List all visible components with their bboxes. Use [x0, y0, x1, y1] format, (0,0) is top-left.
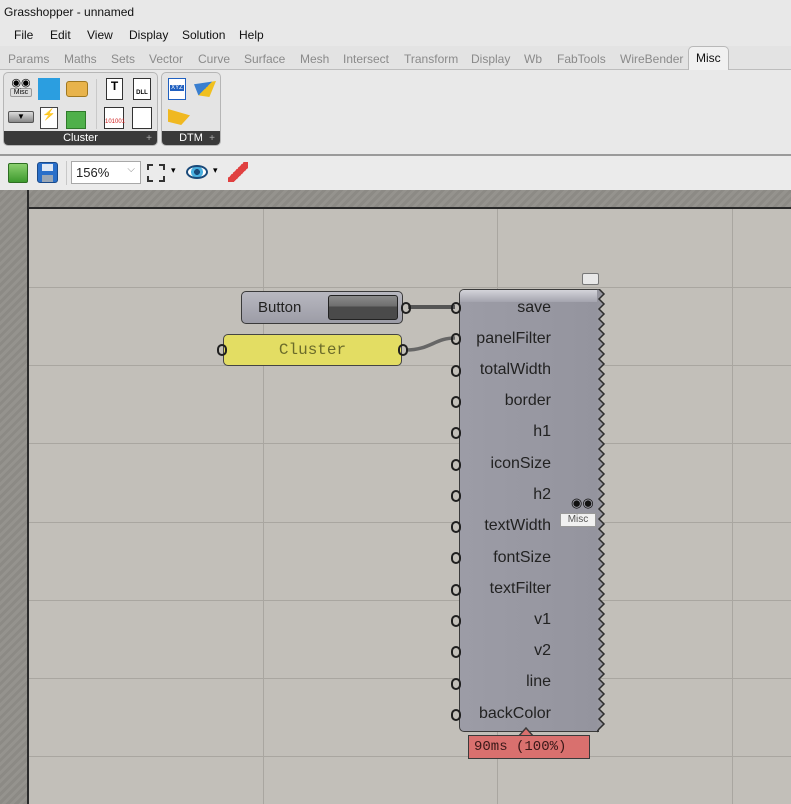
zigzag-edge [597, 289, 606, 733]
binary-file-icon[interactable]: 101001 [104, 107, 125, 129]
profiler-timing: 90ms (100%) [468, 735, 590, 759]
gift-box-icon[interactable] [66, 111, 86, 129]
menu-view[interactable]: View [87, 28, 113, 42]
speech-bubble-icon[interactable] [66, 81, 88, 97]
tab-maths[interactable]: Maths [64, 52, 97, 66]
input-iconsize: iconSize [490, 455, 551, 472]
save-disk-icon[interactable] [37, 162, 58, 183]
canvas-toolbar: 156% ⌵ ▾ ▾ [0, 156, 791, 190]
menu-help[interactable]: Help [239, 28, 264, 42]
input-fontsize: fontSize [493, 549, 551, 566]
tab-params[interactable]: Params [8, 52, 49, 66]
tab-intersect[interactable]: Intersect [343, 52, 389, 66]
input-grip[interactable] [451, 583, 461, 596]
input-grip[interactable] [451, 646, 461, 659]
menu-file[interactable]: File [14, 28, 33, 42]
input-totalwidth: totalWidth [479, 361, 551, 378]
open-folder-icon[interactable] [8, 163, 28, 183]
input-grip[interactable] [451, 395, 461, 408]
terrain-wedge-icon[interactable] [168, 109, 190, 125]
ribbon-panel-label: Cluster [4, 131, 157, 145]
tab-wb[interactable]: Wb [524, 52, 542, 66]
input-panelfilter: panelFilter [476, 330, 551, 347]
zoom-extents-icon[interactable] [147, 164, 165, 182]
expand-icon[interactable]: + [146, 133, 152, 144]
input-grip[interactable] [451, 333, 461, 346]
input-grip[interactable] [451, 427, 461, 440]
input-h2: h2 [533, 486, 551, 503]
input-v1: v1 [534, 611, 551, 628]
wire-panel-filter [405, 336, 456, 352]
dll-file-icon[interactable]: DLL [133, 78, 151, 100]
output-grip[interactable] [401, 302, 411, 314]
tab-vector[interactable]: Vector [149, 52, 183, 66]
text-file-icon[interactable]: T [106, 78, 123, 100]
tab-curve[interactable]: Curve [198, 52, 230, 66]
ribbon-divider [96, 79, 97, 129]
panel-component[interactable]: Cluster [223, 334, 402, 366]
input-grip[interactable] [451, 521, 461, 534]
script-file-icon[interactable]: ⚡ [40, 107, 58, 129]
preview-eye-icon[interactable] [186, 165, 208, 179]
input-grip[interactable] [451, 489, 461, 502]
input-backcolor: backColor [478, 705, 551, 722]
message-icon [582, 273, 599, 285]
tab-fabtools[interactable]: FabTools [557, 52, 606, 66]
tab-misc[interactable]: Misc [688, 46, 729, 71]
input-grip[interactable] [451, 364, 461, 377]
zoom-level-select[interactable]: 156% ⌵ [71, 161, 141, 184]
sketch-pen-icon[interactable] [228, 162, 248, 182]
input-save: save [517, 299, 551, 316]
tab-sets[interactable]: Sets [111, 52, 135, 66]
dropdown-arrow-icon[interactable]: ▾ [171, 165, 176, 176]
menu-edit[interactable]: Edit [50, 28, 71, 42]
button-face[interactable] [328, 295, 398, 320]
input-grip[interactable] [451, 677, 461, 690]
expand-icon[interactable]: + [209, 133, 215, 144]
wires [405, 305, 456, 352]
input-h1: h1 [533, 423, 551, 440]
input-grip[interactable] [451, 302, 461, 314]
input-grip[interactable] [451, 708, 461, 721]
canvas[interactable]: Button Cluster save panelFilter totalWid… [0, 190, 791, 804]
cluster-eyes-icon: ◉◉ [571, 495, 594, 510]
misc-cluster-icon[interactable]: ◉◉ Misc [10, 78, 32, 100]
terrain-surface-icon[interactable] [194, 81, 216, 97]
input-v2: v2 [534, 642, 551, 659]
input-line: line [526, 673, 551, 690]
toolbar-divider [66, 161, 67, 185]
binary-panel-icon[interactable] [38, 78, 60, 100]
ribbon: ◉◉ Misc ▼ ⚡ T DLL 101001 Cluster + XYZ D… [0, 70, 791, 156]
tab-wirebender[interactable]: WireBender [620, 52, 683, 66]
window-title: Grasshopper - unnamed [0, 0, 791, 24]
input-textwidth: textWidth [484, 517, 551, 534]
misc-badge: Misc [560, 513, 596, 527]
ribbon-panel-dtm: XYZ DTM + [161, 72, 221, 146]
menu-display[interactable]: Display [129, 28, 168, 42]
tab-mesh[interactable]: Mesh [300, 52, 329, 66]
menu-solution[interactable]: Solution [182, 28, 225, 42]
input-grip[interactable] [217, 344, 227, 356]
xyz-file-icon[interactable]: XYZ [168, 78, 186, 100]
tab-display[interactable]: Display [471, 52, 510, 66]
output-grip[interactable] [398, 344, 408, 356]
component-tab-bar: Params Maths Sets Vector Curve Surface M… [0, 46, 791, 71]
input-grip[interactable] [451, 458, 461, 471]
input-border: border [504, 392, 551, 409]
menu-bar: File Edit View Display Solution Help [0, 24, 791, 46]
chevron-down-icon: ⌵ [127, 164, 135, 175]
tab-surface[interactable]: Surface [244, 52, 285, 66]
input-textfilter: textFilter [489, 580, 551, 597]
dropdown-arrow-icon[interactable]: ▾ [213, 165, 218, 176]
tab-transform[interactable]: Transform [404, 52, 458, 66]
input-grip[interactable] [451, 615, 461, 627]
binary-cluster-icon[interactable] [132, 107, 152, 129]
button-component[interactable]: Button [241, 291, 403, 324]
button-icon[interactable]: ▼ [8, 111, 34, 123]
ribbon-panel-cluster: ◉◉ Misc ▼ ⚡ T DLL 101001 Cluster + [3, 72, 158, 146]
